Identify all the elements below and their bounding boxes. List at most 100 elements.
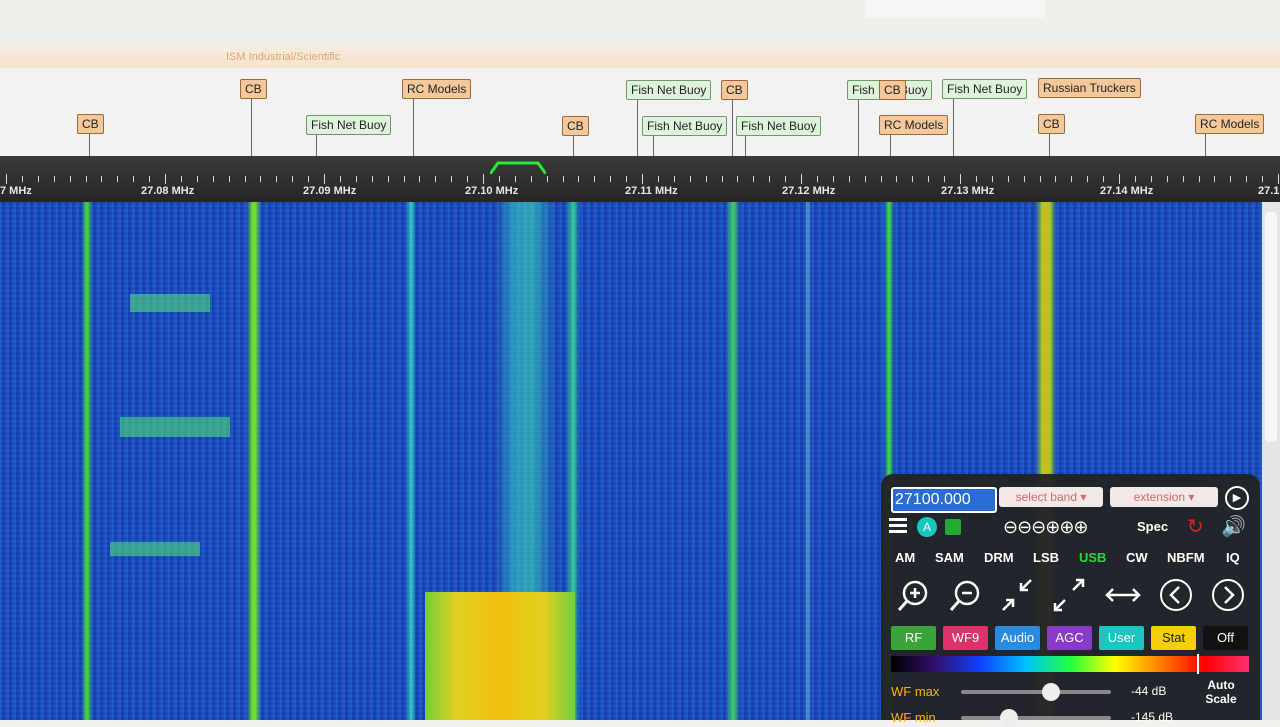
scale-tick bbox=[912, 176, 914, 182]
scale-tick bbox=[832, 176, 834, 182]
station-label[interactable]: Fish Net Buoy bbox=[736, 116, 822, 136]
station-label[interactable]: RC Models bbox=[1195, 114, 1265, 134]
play-icon[interactable]: ▶ bbox=[1225, 486, 1249, 510]
audio-button[interactable]: Audio bbox=[995, 626, 1040, 650]
station-label[interactable]: Fish Net Buoy bbox=[626, 80, 712, 100]
scale-tick bbox=[1087, 176, 1089, 182]
scale-label: 27.13 MHz bbox=[941, 185, 995, 197]
scale-tick bbox=[228, 176, 230, 182]
scale-tick bbox=[562, 176, 564, 182]
spec-button[interactable]: Spec bbox=[1137, 519, 1168, 534]
passband-marker[interactable] bbox=[490, 160, 546, 174]
mode-iq[interactable]: IQ bbox=[1226, 550, 1240, 565]
station-label[interactable]: CB bbox=[1038, 114, 1065, 134]
station-label[interactable]: CB bbox=[240, 79, 267, 99]
scale-tick bbox=[1278, 174, 1279, 184]
station-label[interactable]: CB bbox=[721, 80, 748, 100]
frequency-input[interactable]: 27100.000 bbox=[891, 487, 997, 513]
scale-tick bbox=[276, 176, 278, 182]
scrollbar[interactable] bbox=[1262, 202, 1280, 720]
station-label[interactable]: CB bbox=[879, 80, 906, 100]
mode-am[interactable]: AM bbox=[895, 550, 915, 565]
station-label[interactable]: Fish Net Buoy bbox=[306, 115, 392, 135]
zoom-steps-icon[interactable]: ⊖⊖⊖⊕⊕⊕ bbox=[1003, 517, 1088, 538]
scale-tick bbox=[594, 176, 596, 182]
station-label[interactable]: Fish Net Buoy bbox=[942, 79, 1028, 99]
scale-tick bbox=[212, 176, 214, 182]
scale-tick bbox=[387, 176, 389, 182]
scale-tick bbox=[85, 176, 87, 182]
stat-button[interactable]: Stat bbox=[1151, 626, 1196, 650]
rf-button[interactable]: RF bbox=[891, 626, 936, 650]
zoom-max-icon[interactable] bbox=[1047, 576, 1091, 614]
wf9-button[interactable]: WF9 bbox=[943, 626, 988, 650]
scale-tick bbox=[483, 174, 484, 184]
zoom-to-band-icon[interactable] bbox=[995, 576, 1039, 614]
scale-tick bbox=[546, 176, 548, 182]
scale-tick bbox=[673, 176, 675, 182]
scale-label: 7 MHz bbox=[0, 185, 32, 197]
station-label[interactable]: Russian Truckers bbox=[1038, 78, 1141, 98]
external-link-icon[interactable] bbox=[945, 519, 961, 535]
scale-tick bbox=[419, 176, 421, 182]
scrollbar-thumb[interactable] bbox=[1265, 212, 1277, 442]
zoom-out-icon[interactable] bbox=[943, 576, 987, 614]
scale-tick bbox=[657, 176, 659, 182]
scale-label: 27.10 MHz bbox=[465, 185, 519, 197]
wf-max-value: -44 dB bbox=[1131, 684, 1167, 698]
mode-drm[interactable]: DRM bbox=[984, 550, 1014, 565]
scale-tick bbox=[165, 174, 166, 184]
zoom-in-icon[interactable] bbox=[891, 576, 935, 614]
a-icon[interactable]: A bbox=[917, 517, 937, 537]
scale-tick bbox=[1262, 176, 1264, 182]
station-label[interactable]: RC Models bbox=[879, 115, 949, 135]
agc-button[interactable]: AGC bbox=[1047, 626, 1092, 650]
auto-scale-button[interactable]: Auto Scale bbox=[1195, 678, 1247, 706]
scale-label: 27.11 MHz bbox=[625, 185, 678, 197]
mode-usb[interactable]: USB bbox=[1079, 550, 1106, 565]
station-label[interactable]: RC Models bbox=[402, 79, 472, 99]
scale-tick bbox=[1214, 176, 1216, 182]
scale-tick bbox=[801, 174, 802, 184]
scale-tick bbox=[117, 176, 119, 182]
scale-tick bbox=[642, 174, 643, 184]
chevron-right-icon[interactable] bbox=[1206, 576, 1250, 614]
menu-icon[interactable] bbox=[889, 518, 907, 534]
mode-sam[interactable]: SAM bbox=[935, 550, 964, 565]
scale-tick bbox=[1150, 176, 1152, 182]
scale-tick bbox=[101, 176, 103, 182]
mode-lsb[interactable]: LSB bbox=[1033, 550, 1059, 565]
station-label[interactable]: CB bbox=[77, 114, 104, 134]
station-label[interactable]: Fish Net Buoy bbox=[642, 116, 728, 136]
span-arrows-icon[interactable] bbox=[1101, 576, 1145, 614]
wf-min-slider[interactable] bbox=[961, 709, 1111, 727]
scale-tick bbox=[467, 176, 469, 182]
scale-tick bbox=[196, 176, 198, 182]
scale-tick bbox=[1007, 176, 1009, 182]
mode-nbfm[interactable]: NBFM bbox=[1167, 550, 1205, 565]
speaker-icon[interactable]: 🔊 bbox=[1221, 514, 1246, 539]
scale-tick bbox=[339, 176, 341, 182]
refresh-icon[interactable]: ↻ bbox=[1187, 514, 1204, 539]
scale-tick bbox=[689, 176, 691, 182]
scale-tick bbox=[848, 176, 850, 182]
extension-dropdown[interactable]: extension ▾ bbox=[1110, 487, 1218, 507]
off-button[interactable]: Off bbox=[1203, 626, 1248, 650]
frequency-scale[interactable]: 7 MHz 27.08 MHz 27.09 MHz 27.10 MHz 27.1… bbox=[0, 156, 1280, 202]
chevron-left-icon[interactable] bbox=[1154, 576, 1198, 614]
scale-tick bbox=[705, 176, 707, 182]
scale-tick bbox=[578, 176, 580, 182]
wf-max-slider[interactable] bbox=[961, 683, 1111, 701]
scale-tick bbox=[816, 176, 818, 182]
wf-min-knob[interactable] bbox=[1000, 709, 1018, 727]
scale-tick bbox=[769, 176, 771, 182]
scale-tick bbox=[451, 176, 453, 182]
user-button[interactable]: User bbox=[1099, 626, 1144, 650]
wf-max-knob[interactable] bbox=[1042, 683, 1060, 701]
scale-tick bbox=[37, 176, 39, 182]
select-band-dropdown[interactable]: select band ▾ bbox=[999, 487, 1103, 507]
station-label[interactable]: CB bbox=[562, 116, 589, 136]
control-panel: 27100.000 select band ▾ extension ▾ ▶ A … bbox=[881, 474, 1260, 727]
scale-label: 27.09 MHz bbox=[303, 185, 357, 197]
mode-cw[interactable]: CW bbox=[1126, 550, 1148, 565]
